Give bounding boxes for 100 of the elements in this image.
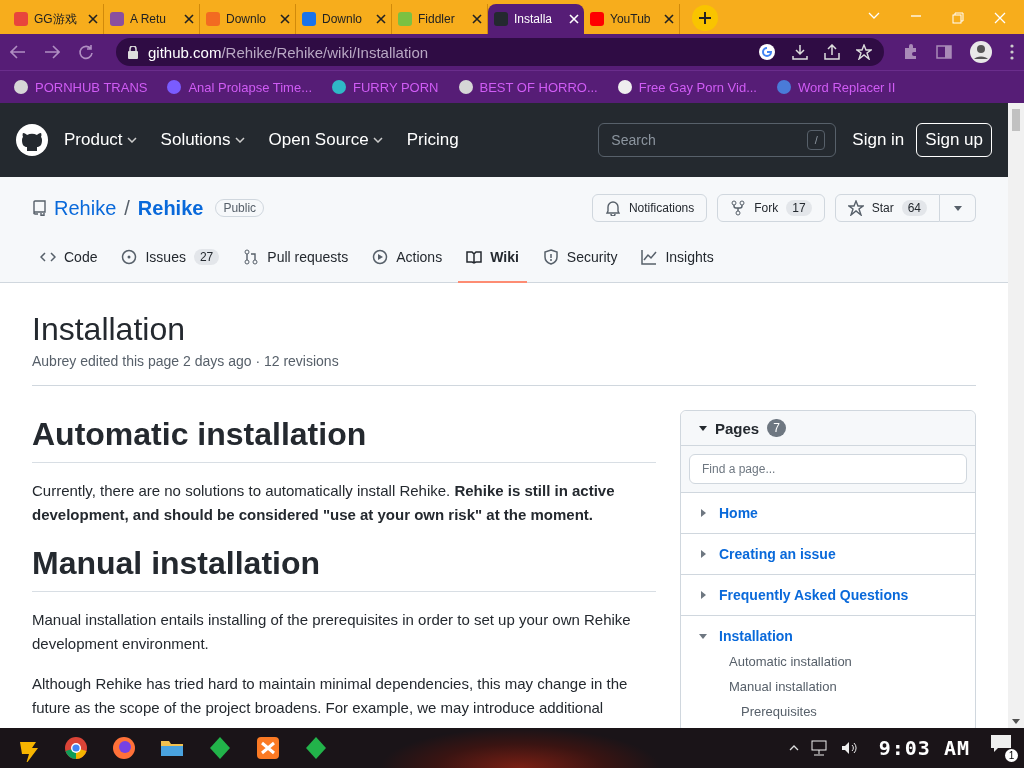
repo-tab[interactable]: Pull requests — [235, 239, 357, 283]
keyboard-shortcut: / — [807, 130, 826, 150]
page-link[interactable]: Home — [719, 505, 758, 521]
chrome-icon[interactable] — [62, 734, 90, 762]
caret-icon — [953, 205, 962, 211]
bookmark[interactable]: BEST OF HORRO... — [458, 79, 598, 95]
fork-icon — [730, 200, 747, 216]
issue-circle-icon — [121, 249, 138, 265]
paragraph: Although Rehike has tried hard to maintain minimal dependencies, this may change in the future as the scope of the project broadens. For example, we may introduce additional — [32, 674, 629, 718]
volume-icon[interactable] — [840, 740, 859, 756]
find-page-field[interactable]: Find a page... — [689, 454, 967, 484]
bookmark[interactable]: Free Gay Porn Vid... — [617, 79, 757, 95]
repo-tab[interactable]: Wiki — [458, 239, 527, 283]
firefox-icon[interactable] — [110, 734, 138, 762]
paragraph: Manual installation entails installing of the prerequisites in order to set up your own Rehike development environment. — [32, 610, 632, 654]
sign-in-link[interactable]: Sign in — [852, 130, 905, 150]
pull-request-icon — [243, 249, 260, 265]
github-logo-icon[interactable] — [16, 124, 48, 156]
repo-tab[interactable]: Code — [32, 239, 106, 283]
reload-icon[interactable] — [78, 44, 94, 60]
repo-tab[interactable]: Actions — [364, 239, 451, 283]
search-field[interactable]: Search / — [598, 123, 837, 157]
repo-name-link[interactable]: Rehike — [137, 196, 204, 220]
page-section-link[interactable]: Automatic installation — [729, 654, 959, 669]
repo-owner-link[interactable]: Rehike — [54, 196, 117, 220]
counter: 17 — [786, 200, 812, 216]
sign-up-button[interactable]: Sign up — [916, 123, 992, 157]
menu-icon[interactable] — [1010, 44, 1014, 60]
lock-icon — [128, 45, 138, 59]
google-icon[interactable] — [758, 43, 776, 61]
chevron-down-icon — [372, 137, 383, 143]
play-circle-icon — [372, 249, 389, 265]
notifications-button[interactable]: Notifications — [591, 194, 708, 222]
xampp-icon[interactable] — [254, 734, 282, 762]
chevron-down-icon — [234, 137, 245, 143]
repo-tab[interactable]: Insights — [633, 239, 722, 283]
nav-menu[interactable]: Open Source — [260, 130, 391, 150]
notification-button[interactable]: 1 — [990, 734, 1018, 762]
extensions-icon[interactable] — [902, 44, 918, 60]
network-icon[interactable] — [810, 740, 829, 756]
chevron-down-icon — [126, 137, 137, 143]
page-link[interactable]: Frequently Asked Questions — [719, 587, 909, 603]
close-icon[interactable] — [472, 14, 482, 24]
bookmark[interactable]: Word Replacer II — [777, 79, 896, 95]
shield-icon — [542, 249, 559, 265]
back-icon[interactable] — [10, 45, 26, 59]
caret-right-icon[interactable] — [699, 550, 707, 558]
caret-down-icon[interactable] — [699, 424, 707, 432]
sidebar-icon[interactable] — [936, 45, 952, 59]
bookmark[interactable]: PORNHUB TRANS — [14, 79, 148, 95]
bell-icon — [604, 200, 621, 216]
page-section-link[interactable]: Manual installation — [729, 679, 959, 694]
caret-right-icon[interactable] — [699, 509, 707, 517]
scrollbar[interactable] — [1008, 103, 1024, 728]
chevron-up-icon[interactable] — [788, 745, 799, 751]
panel-title: Pages — [715, 419, 760, 437]
close-icon[interactable] — [88, 14, 98, 24]
close-icon[interactable] — [184, 14, 194, 24]
repo-tab[interactable]: Issues 27 — [113, 239, 228, 283]
path-separator: / — [124, 196, 130, 220]
section-heading: Automatic installation — [32, 414, 656, 463]
counter: 64 — [901, 200, 927, 216]
address-bar[interactable]: github.com/Rehike/Rehike/wiki/Installation — [116, 38, 884, 66]
nav-menu[interactable]: Pricing — [398, 130, 467, 150]
share-icon[interactable] — [824, 44, 840, 60]
bookmark[interactable]: FURRY PORN — [332, 79, 439, 95]
close-icon[interactable] — [280, 14, 290, 24]
counter: 27 — [193, 249, 220, 265]
notification-count: 1 — [1005, 749, 1018, 762]
section-heading: Manual installation — [32, 543, 656, 592]
fork-button[interactable]: Fork 17 — [717, 194, 825, 222]
close-icon[interactable] — [376, 14, 386, 24]
book-icon — [466, 249, 483, 265]
star-icon — [847, 200, 864, 216]
nav-menu[interactable]: Product — [56, 130, 145, 150]
caret-right-icon[interactable] — [699, 591, 707, 599]
star-dropdown-button[interactable] — [940, 194, 976, 222]
clock[interactable]: 9:03 AM — [870, 736, 978, 760]
page-title: Installation — [32, 310, 186, 349]
bookmark[interactable]: Anal Prolapse Time... — [167, 79, 312, 95]
page-link[interactable]: Installation — [719, 628, 793, 644]
download-icon[interactable] — [792, 44, 808, 60]
close-icon[interactable] — [664, 14, 674, 24]
page-section-link[interactable]: Prerequisites — [741, 704, 959, 719]
edit-info: Aubrey edited this page 2 days ago · 12 revisions — [32, 353, 976, 386]
star-icon[interactable] — [856, 44, 872, 60]
nav-menu[interactable]: Solutions — [152, 130, 253, 150]
line-graph-icon — [641, 249, 658, 265]
new-tab-icon[interactable] — [692, 5, 718, 31]
scroll-down-icon[interactable] — [1012, 719, 1020, 724]
repository-icon — [32, 200, 46, 216]
star-button[interactable]: Star 64 — [834, 194, 940, 222]
profile-icon[interactable] — [970, 41, 992, 63]
forward-icon[interactable] — [44, 45, 60, 59]
scrollbar-thumb[interactable] — [1012, 109, 1020, 131]
browser-tab[interactable]: Installa — [488, 4, 584, 34]
page-link[interactable]: Creating an issue — [719, 546, 836, 562]
paragraph: Currently, there are no solutions to automatically install Rehike. Rehike is still in active development, and should be considered "use at your own risk" at the moment. — [32, 481, 616, 525]
repo-tab[interactable]: Security — [534, 239, 626, 283]
counter: 7 — [767, 419, 786, 437]
